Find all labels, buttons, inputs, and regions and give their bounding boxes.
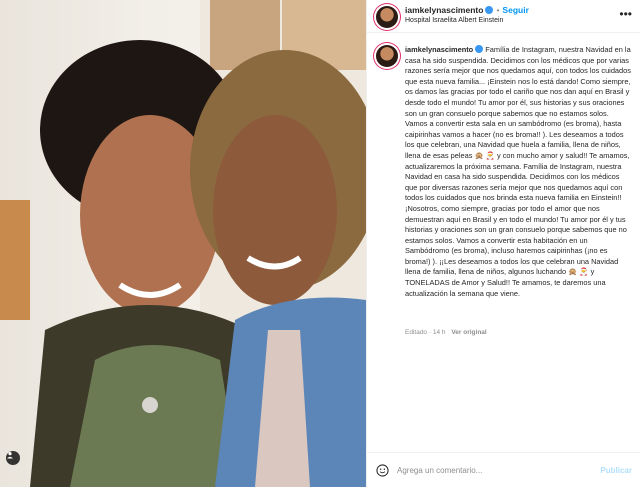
- caption-avatar[interactable]: [376, 45, 398, 67]
- more-options-icon[interactable]: •••: [619, 8, 632, 20]
- post-header: iamkelynascimento • Seguir Hospital Israel…: [367, 0, 640, 33]
- user-tag-icon[interactable]: [6, 451, 20, 465]
- caption: iamkelynascimento Família de Instagram, …: [405, 45, 631, 299]
- caption-text: Família de Instagram, nuestra Navidad en…: [405, 45, 631, 298]
- photo-illustration: [0, 0, 366, 487]
- add-comment-bar: Publicar: [367, 452, 640, 487]
- publish-button[interactable]: Publicar: [600, 466, 632, 475]
- person-glyph: [7, 452, 13, 459]
- post-time[interactable]: 14 h: [433, 329, 446, 336]
- verified-badge-icon: [475, 45, 484, 54]
- post-photo[interactable]: [0, 0, 366, 487]
- separator: •: [496, 5, 500, 15]
- location-link[interactable]: Hospital Israelita Albert Einstein: [405, 17, 503, 24]
- edited-label: Editado: [405, 329, 428, 336]
- see-original-button[interactable]: Ver original: [451, 329, 486, 336]
- comment-input[interactable]: [397, 462, 593, 478]
- meta-separator: ·: [428, 329, 432, 336]
- post-side-panel: iamkelynascimento • Seguir Hospital Israel…: [366, 0, 640, 487]
- caption-username[interactable]: iamkelynascimento: [405, 45, 473, 54]
- emoji-icon[interactable]: [376, 464, 389, 477]
- header-user-line: iamkelynascimento • Seguir: [405, 5, 529, 15]
- caption-meta: Editado · 14 h Ver original: [405, 329, 487, 336]
- verified-badge-icon: [485, 5, 494, 14]
- avatar[interactable]: [376, 6, 398, 28]
- username-link[interactable]: iamkelynascimento: [405, 5, 483, 15]
- follow-button[interactable]: Seguir: [502, 5, 528, 15]
- comments-area[interactable]: iamkelynascimento Família de Instagram, …: [367, 33, 640, 451]
